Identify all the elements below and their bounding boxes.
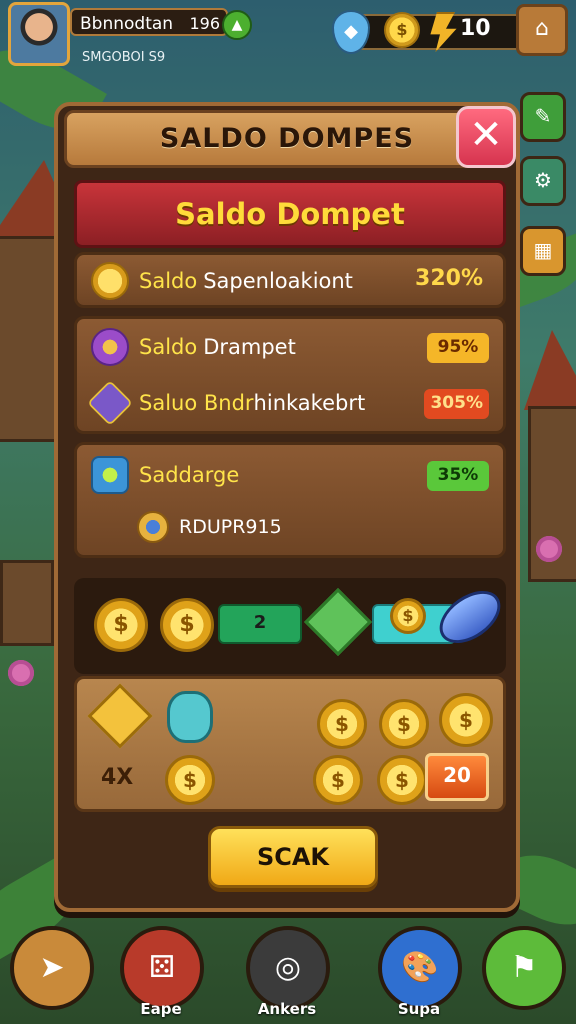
close-icon: ✕ xyxy=(469,112,503,158)
blue-leaf-icon xyxy=(91,456,129,494)
player-name: Bbnnodtan xyxy=(80,14,174,34)
conversion-bar: 2 xyxy=(218,604,302,644)
wallet-group-box: Saldo Drampet 95% Saluo Bndr hinkakebrt … xyxy=(74,316,506,434)
title-banner: Saldo Dompet xyxy=(74,180,506,248)
shop-button[interactable]: ⌂ xyxy=(516,4,568,56)
dice-icon: ⚄ xyxy=(148,950,176,985)
wallet-panel: SALDO DOMPES ✕ Saldo Dompet Saldo Sapenl… xyxy=(54,102,520,912)
third-wallet-box[interactable]: Saddarge 35% RDUPR915 xyxy=(74,442,506,558)
balance-line: Saldo Sapenloakiont xyxy=(91,262,353,300)
panel-header: SALDO DOMPES xyxy=(64,110,510,168)
edit-button[interactable]: ✎ xyxy=(520,92,566,142)
third-box-label: Saddarge xyxy=(139,463,240,487)
ring-icon: ◎ xyxy=(274,950,302,985)
reward-coin-icon[interactable]: $ xyxy=(165,755,215,805)
reward-coin-icon[interactable]: $ xyxy=(377,755,427,805)
third-box-sub: RDUPR915 xyxy=(137,509,282,545)
player-hud: Bbnnodtan 196 ▲ SMGOBOI S9 xyxy=(8,2,252,66)
nav-flag-button[interactable]: ⚑ xyxy=(482,926,566,1010)
group-row-1[interactable]: Saldo Drampet xyxy=(91,328,296,366)
reward-coin-icon[interactable]: $ xyxy=(317,699,367,749)
conversion-strip: $ $ 2 $ xyxy=(74,578,510,674)
player-level: 196 xyxy=(189,14,220,33)
reward-coin-icon[interactable]: $ xyxy=(313,755,363,805)
gold-diamond-icon xyxy=(87,683,153,749)
coin-icon: $ xyxy=(160,598,214,652)
balance-label: Sapenloakiont xyxy=(203,269,353,293)
player-name-box: Bbnnodtan 196 xyxy=(70,8,228,36)
multiplier-label: 4X xyxy=(101,765,134,790)
purple-hexagon-icon xyxy=(87,380,133,426)
balance-row[interactable]: Saldo Sapenloakiont 320% xyxy=(74,252,506,308)
third-box-sub-label: RDUPR915 xyxy=(179,516,282,538)
coin-icon[interactable]: $ xyxy=(384,12,420,48)
resource-hud: ◆ $ 10 ⌂ xyxy=(332,4,568,56)
palette-icon: 🎨 xyxy=(401,950,439,985)
nav-label-eape: Eape xyxy=(140,1000,182,1018)
nav-label-ankers: Ankers xyxy=(257,1000,317,1018)
scan-button[interactable]: SCAK xyxy=(208,826,378,888)
reward-count: 20 xyxy=(425,753,489,801)
rewards-grid: $ $ $ 4X $ $ $ 20 xyxy=(74,676,506,812)
flag-icon: ⚑ xyxy=(510,950,538,985)
group-row-2-percent: 305% xyxy=(424,389,489,419)
avatar[interactable] xyxy=(8,2,70,66)
panel-title: SALDO DOMPES xyxy=(159,123,415,154)
energy-value: 10 xyxy=(460,16,491,41)
level-up-icon[interactable]: ▲ xyxy=(222,10,252,40)
teal-gem-icon xyxy=(167,691,213,743)
reward-coin-icon[interactable]: $ xyxy=(379,699,429,749)
group-row-1-label: Drampet xyxy=(203,335,296,359)
ring-icon xyxy=(137,511,169,543)
group-row-2[interactable]: Saluo Bndr hinkakebrt xyxy=(87,380,366,426)
player-subtitle: SMGOBOI S9 xyxy=(82,50,166,65)
balance-prefix: Saldo xyxy=(139,269,198,293)
third-box-percent: 35% xyxy=(427,461,489,491)
group-row-1-percent: 95% xyxy=(427,333,489,363)
third-box-line: Saddarge xyxy=(91,456,240,494)
close-button[interactable]: ✕ xyxy=(456,106,516,168)
nav-ring-button[interactable]: ◎ xyxy=(246,926,330,1010)
coin-icon: $ xyxy=(94,598,148,652)
calendar-button[interactable]: ▦ xyxy=(520,226,566,276)
group-row-2-prefix: Saluo Bndr xyxy=(139,391,254,415)
balance-percent: 320% xyxy=(415,266,483,291)
nav-label-supa: Supa xyxy=(397,1000,441,1018)
purple-gear-icon xyxy=(91,328,129,366)
green-diamond-icon xyxy=(304,588,372,656)
nav-palette-button[interactable]: 🎨 xyxy=(378,926,462,1010)
reward-coin-icon[interactable]: $ xyxy=(439,693,493,747)
arrow-icon: ➤ xyxy=(39,950,65,985)
settings-gear-icon[interactable]: ⚙ xyxy=(520,156,566,206)
coin-icon xyxy=(91,262,129,300)
nav-arrow-button[interactable]: ➤ xyxy=(10,926,94,1010)
group-row-1-prefix: Saldo xyxy=(139,335,198,359)
group-row-2-label: hinkakebrt xyxy=(253,391,366,415)
coin-icon: $ xyxy=(390,598,426,634)
nav-dice-button[interactable]: ⚄ xyxy=(120,926,204,1010)
